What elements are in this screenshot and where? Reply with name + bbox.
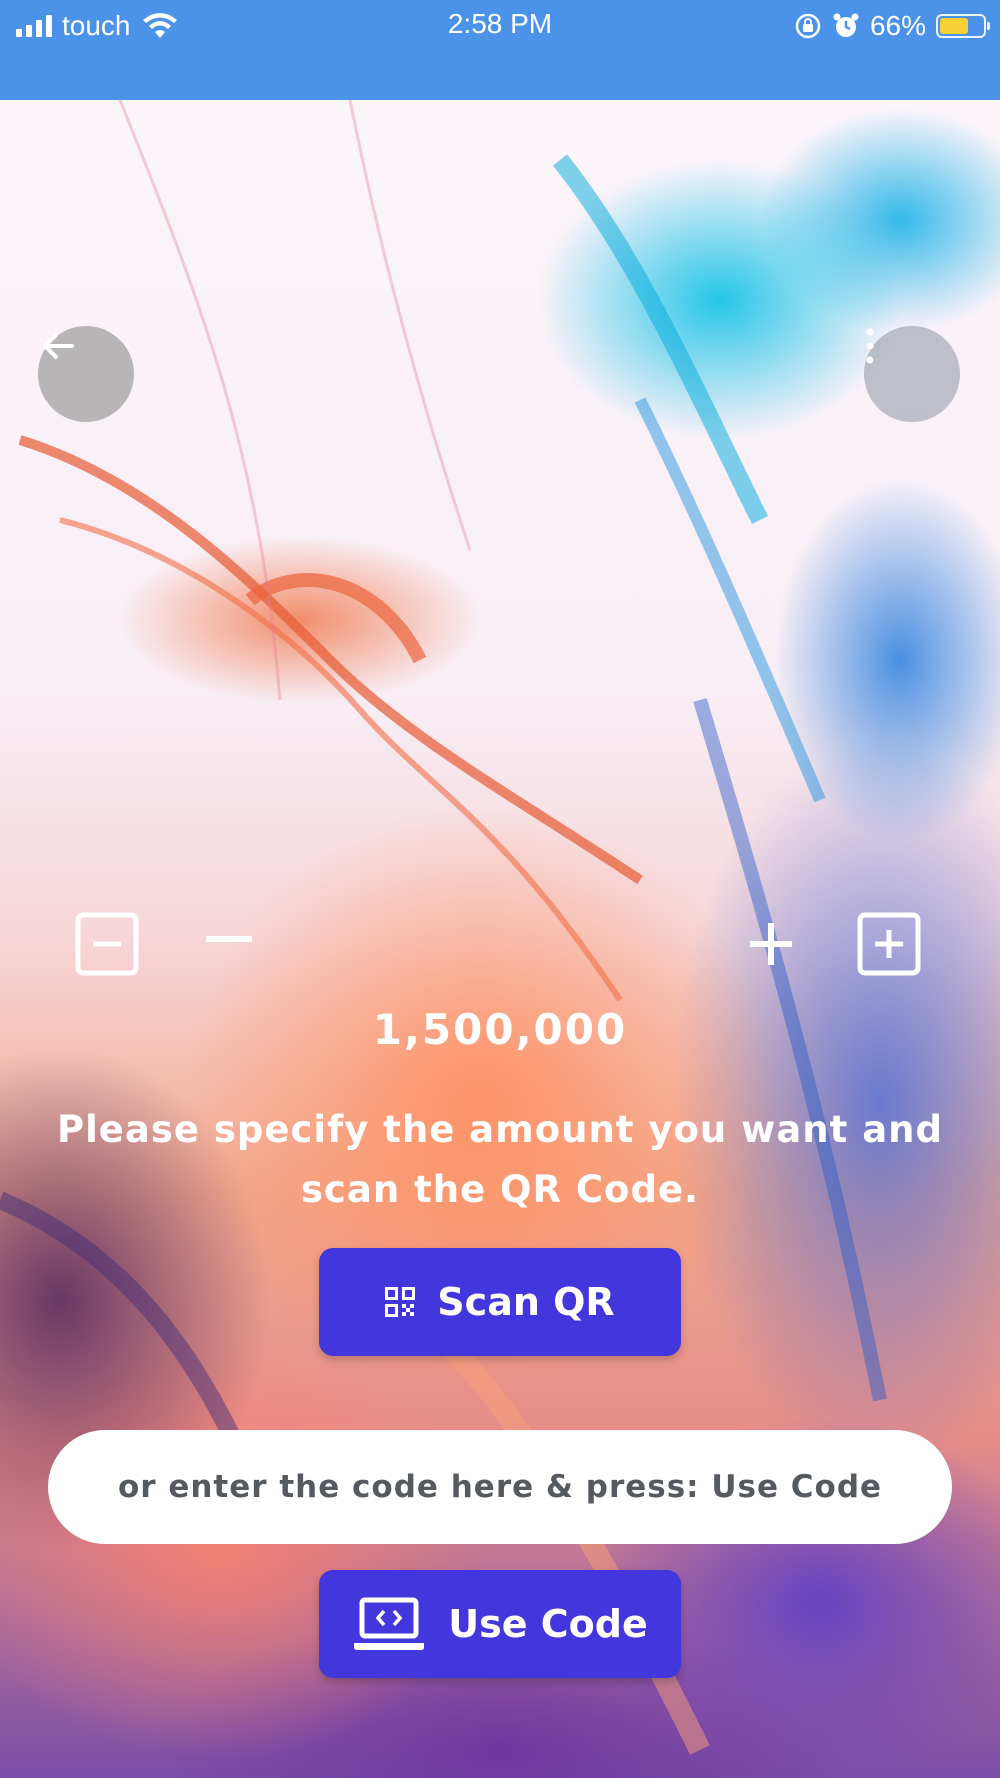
amount-value: 1,500,000: [372, 1005, 628, 1054]
arrow-left-icon: [43, 333, 74, 359]
increase-button[interactable]: [737, 910, 805, 978]
battery-percent: 66%: [869, 10, 926, 41]
code-input[interactable]: [48, 1430, 952, 1544]
qr-code-icon: [385, 1287, 416, 1317]
laptop-code-icon: [354, 1597, 425, 1650]
decrease-large-button[interactable]: [73, 910, 141, 978]
more-vertical-icon: [866, 328, 874, 364]
more-options-button[interactable]: [864, 326, 960, 422]
minus-square-icon: [75, 912, 139, 976]
battery-fill: [940, 18, 968, 34]
scan-qr-label: Scan QR: [437, 1280, 615, 1324]
minus-icon: [206, 936, 252, 942]
increase-large-button[interactable]: [855, 910, 923, 978]
back-button[interactable]: [38, 326, 134, 422]
orientation-lock-icon: [795, 13, 821, 39]
status-right: 66%: [794, 8, 990, 44]
decrease-button[interactable]: [195, 910, 263, 978]
use-code-button[interactable]: Use Code: [319, 1570, 681, 1678]
status-bar: touch 2:58 PM 66%: [0, 0, 1000, 100]
plus-icon: [750, 923, 792, 965]
battery-icon: [936, 14, 990, 38]
alarm-icon: [833, 13, 859, 37]
scan-qr-button[interactable]: Scan QR: [319, 1248, 681, 1356]
plus-square-icon: [857, 912, 921, 976]
use-code-label: Use Code: [448, 1602, 648, 1646]
instruction-text: Please specify the amount you want and s…: [57, 1108, 943, 1211]
